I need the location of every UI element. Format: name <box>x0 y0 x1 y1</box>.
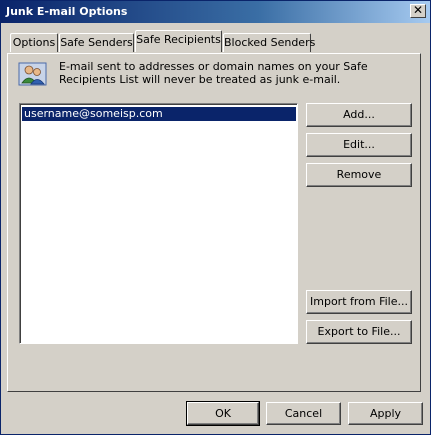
safe-recipients-list[interactable]: username@someisp.com <box>19 103 298 344</box>
tab-safe-recipients[interactable]: Safe Recipients <box>135 30 222 52</box>
import-from-file-button[interactable]: Import from File... <box>306 290 412 314</box>
tab-label: Blocked Senders <box>224 36 316 49</box>
tab-options[interactable]: Options <box>10 33 58 52</box>
tab-label: Safe Recipients <box>136 33 221 46</box>
edit-button[interactable]: Edit... <box>306 133 412 157</box>
remove-button[interactable]: Remove <box>306 163 412 187</box>
export-to-file-button[interactable]: Export to File... <box>306 320 412 344</box>
apply-button[interactable]: Apply <box>348 402 423 425</box>
info-description: E-mail sent to addresses or domain names… <box>59 60 368 86</box>
ok-button[interactable]: OK <box>186 401 260 426</box>
tab-label: Options <box>12 36 56 49</box>
title-bar[interactable]: Junk E-mail Options ✕ <box>1 1 430 23</box>
junk-email-options-dialog: Junk E-mail Options ✕ Options Safe Sende… <box>0 0 431 435</box>
tab-safe-senders[interactable]: Safe Senders <box>59 33 134 52</box>
close-button[interactable]: ✕ <box>410 4 426 18</box>
people-icon <box>18 61 48 87</box>
window-title: Junk E-mail Options <box>6 5 128 18</box>
list-item[interactable]: username@someisp.com <box>22 107 296 121</box>
add-button[interactable]: Add... <box>306 103 412 127</box>
tab-label: Safe Senders <box>60 36 133 49</box>
cancel-button[interactable]: Cancel <box>266 402 341 425</box>
tab-blocked-senders[interactable]: Blocked Senders <box>223 33 315 52</box>
close-icon: ✕ <box>412 3 424 17</box>
